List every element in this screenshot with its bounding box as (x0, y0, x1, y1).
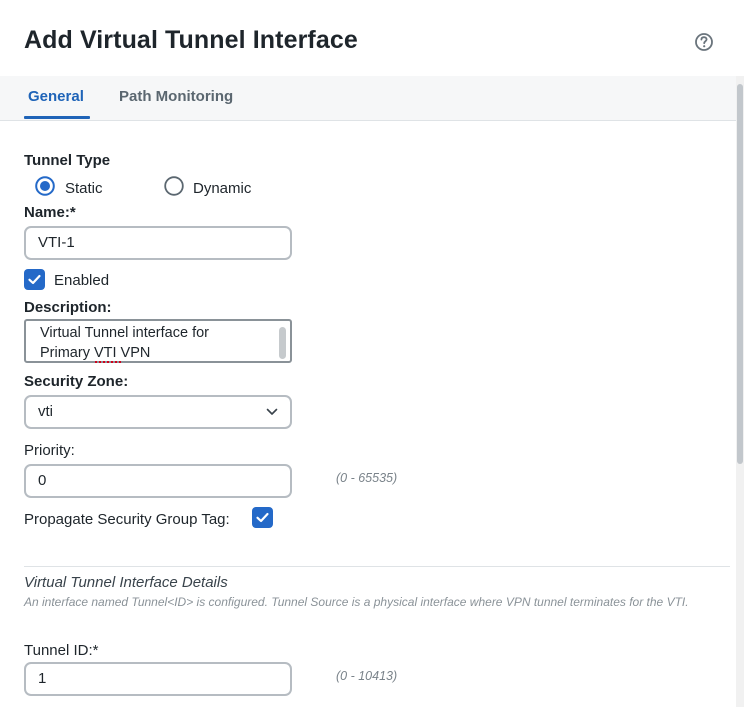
vti-details-title: Virtual Tunnel Interface Details (24, 574, 228, 591)
spellcheck-underline (95, 359, 121, 363)
section-divider (24, 566, 730, 567)
name-input[interactable]: VTI-1 (24, 226, 292, 260)
security-zone-select[interactable]: vti (24, 395, 292, 429)
vti-details-description: An interface named Tunnel<ID> is configu… (24, 595, 689, 609)
priority-label: Priority: (24, 442, 75, 459)
tab-path-monitoring[interactable]: Path Monitoring (119, 88, 233, 105)
tunnel-id-input[interactable]: 1 (24, 662, 292, 696)
tunnel-id-range-hint: (0 - 10413) (336, 669, 398, 683)
propagate-sgt-label: Propagate Security Group Tag: (24, 511, 230, 528)
description-textarea[interactable]: Virtual Tunnel interface for Primary VTI… (24, 319, 292, 363)
tunnel-type-label: Tunnel Type (24, 152, 111, 169)
description-text: Virtual Tunnel interface for Primary VTI… (40, 325, 209, 361)
checkmark-icon (256, 512, 269, 523)
checkmark-icon (28, 274, 41, 285)
tab-general[interactable]: General (28, 88, 84, 105)
dialog-title: Add Virtual Tunnel Interface (24, 26, 358, 54)
chevron-down-icon (266, 408, 278, 415)
scrollbar-thumb[interactable] (737, 84, 743, 464)
propagate-sgt-checkbox[interactable] (252, 507, 273, 528)
textarea-scrollbar[interactable] (279, 327, 286, 359)
priority-range-hint: (0 - 65535) (336, 471, 398, 485)
radio-dynamic-label: Dynamic (193, 180, 252, 197)
name-label: Name:* (24, 204, 76, 221)
enabled-label: Enabled (54, 272, 110, 289)
security-zone-value: vti (38, 403, 53, 420)
enabled-checkbox[interactable] (24, 269, 45, 290)
tunnel-id-label: Tunnel ID:* (24, 642, 99, 659)
priority-input[interactable]: 0 (24, 464, 292, 498)
security-zone-label: Security Zone: (24, 373, 129, 390)
tab-bar: General Path Monitoring (0, 76, 736, 121)
radio-dynamic[interactable] (164, 176, 184, 196)
radio-static[interactable] (35, 176, 55, 196)
radio-static-label: Static (65, 180, 103, 197)
active-tab-indicator (24, 116, 90, 119)
help-icon[interactable] (694, 32, 714, 52)
description-label: Description: (24, 299, 112, 316)
